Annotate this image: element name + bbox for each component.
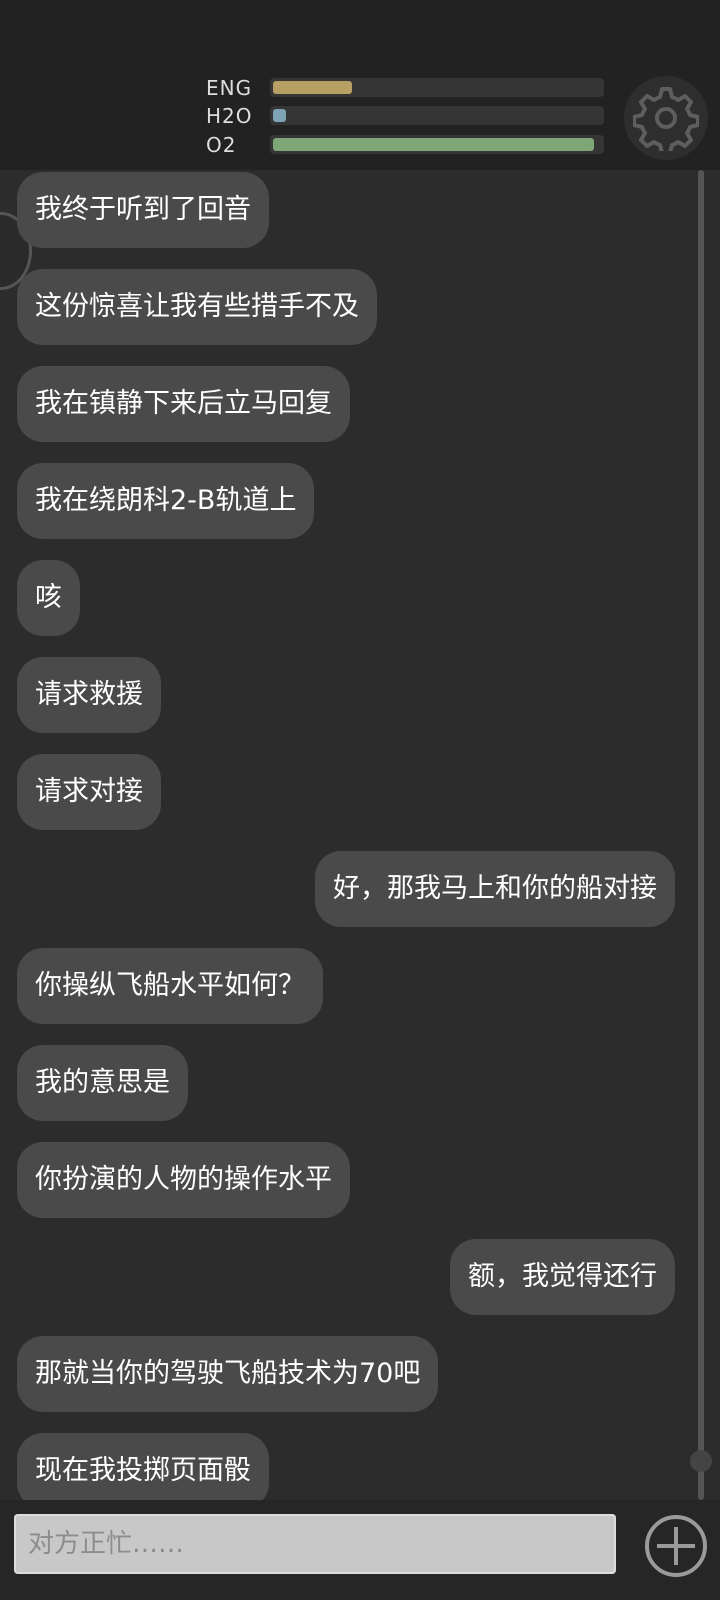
stat-label: H2O xyxy=(206,104,253,128)
stat-bar-track xyxy=(270,106,604,125)
stat-label: O2 xyxy=(206,133,237,157)
stat-bar-fill xyxy=(273,81,352,94)
message-bubble-received[interactable]: 现在我投掷页面骰 xyxy=(17,1433,269,1500)
stat-o2: O2 xyxy=(200,133,610,157)
message-bubble-received[interactable]: 这份惊喜让我有些措手不及 xyxy=(17,269,377,345)
settings-button[interactable] xyxy=(624,76,708,160)
message-input[interactable] xyxy=(14,1514,616,1574)
message-bubble-received[interactable]: 请求对接 xyxy=(17,754,161,830)
chat-area[interactable]: 我终于听到了回音这份惊喜让我有些措手不及 我在镇静下来后立马回复 我在绕朗科2-B轨… xyxy=(0,170,720,1500)
message-bubble-received[interactable]: 我终于听到了回音 xyxy=(17,172,269,248)
scrollbar-thumb[interactable] xyxy=(690,1450,712,1472)
stat-bar-track xyxy=(270,78,604,97)
message-bubble-received[interactable]: 我的意思是 xyxy=(17,1045,188,1121)
message-bubble-sent[interactable]: 额，我觉得还行 xyxy=(450,1239,675,1315)
input-bar xyxy=(0,1500,720,1600)
add-button[interactable] xyxy=(644,1514,708,1578)
message-bubble-received[interactable]: 咳 xyxy=(17,560,80,636)
status-header: ENG H2O O2 xyxy=(0,0,720,170)
stat-bar-track xyxy=(270,135,604,154)
plus-circle-icon xyxy=(645,1515,707,1577)
message-bubble-received[interactable]: 你扮演的人物的操作水平 xyxy=(17,1142,350,1218)
message-bubble-sent[interactable]: 好，那我马上和你的船对接 xyxy=(315,851,675,927)
message-bubble-received[interactable]: 请求救援 xyxy=(17,657,161,733)
message-bubble-received[interactable]: 我在镇静下来后立马回复 xyxy=(17,366,350,442)
gear-icon xyxy=(633,87,699,151)
stat-bar-fill xyxy=(273,109,286,122)
stat-label: ENG xyxy=(206,76,253,100)
stat-eng: ENG xyxy=(200,76,610,100)
message-bubble-received[interactable]: 我在绕朗科2-B轨道上 xyxy=(17,463,315,539)
scrollbar-track[interactable] xyxy=(698,170,704,1500)
stat-h2o: H2O xyxy=(200,104,610,128)
message-bubble-received[interactable]: 你操纵飞船水平如何？ xyxy=(17,948,323,1024)
message-bubble-received[interactable]: 那就当你的驾驶飞船技术为70吧 xyxy=(17,1336,439,1412)
stat-bar-fill xyxy=(273,138,594,151)
